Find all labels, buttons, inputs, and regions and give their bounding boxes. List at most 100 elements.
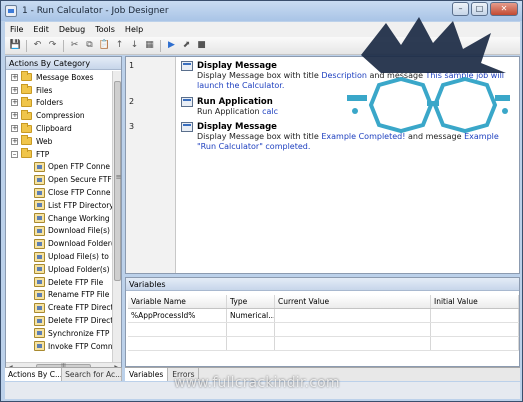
close-button[interactable]: ✕ [490,2,518,16]
folder-icon [21,84,32,95]
save-icon[interactable]: 💾 [9,39,22,52]
tab-search-actions[interactable]: Search for Ac... [62,368,122,381]
tree-category-web[interactable]: + Web [6,135,113,148]
properties-icon[interactable]: ▦ [143,39,156,52]
run-icon[interactable]: ▶ [165,39,178,52]
tree-category-message-boxes[interactable]: + Message Boxes [6,71,113,84]
tree-action[interactable]: Rename FTP File [6,289,113,302]
tree-category-clipboard[interactable]: + Clipboard [6,122,113,135]
undo-icon[interactable]: ↶ [31,39,44,52]
step-title-row: Run Application [181,97,519,107]
tab-variables[interactable]: Variables [125,368,169,381]
maximize-button[interactable]: □ [471,2,488,16]
copy-icon[interactable]: ⧉ [83,39,96,52]
expand-icon[interactable]: + [11,112,18,120]
menu-tools[interactable]: Tools [90,25,120,34]
folder-icon [21,96,32,107]
ftp-action-icon [34,277,45,288]
tree-action[interactable]: Close FTP Conne [6,186,113,199]
debug-icon[interactable]: ⬈ [180,39,193,52]
toolbar: 💾 ↶ ↷ ✂ ⧉ 📋 ↑ ↓ ▦ ▶ ⬈ ■ [5,37,520,55]
column-header[interactable]: Initial Value [431,295,519,308]
tree-action[interactable]: Upload Folder(s) t [6,263,113,276]
tree-action[interactable]: Synchronize FTP [6,327,113,340]
tree-action[interactable]: Upload File(s) to F [6,250,113,263]
ftp-action-icon [34,315,45,326]
initial-value-cell[interactable] [431,309,519,322]
tree-label: Folders [36,98,64,108]
line-number: 3 [129,122,135,131]
expand-icon[interactable]: + [11,137,18,145]
script-editor[interactable]: 1 2 3 Display Message Display Message bo… [125,56,520,274]
tree-action[interactable]: Change Working [6,212,113,225]
tree-category-ftp[interactable]: – FTP [6,148,113,161]
redo-icon[interactable]: ↷ [46,39,59,52]
tree-action[interactable]: Invoke FTP Comn [6,340,113,353]
minimize-button[interactable]: – [452,2,469,16]
step-title-value: Description [321,71,367,80]
tree-action[interactable]: Delete FTP Direct [6,314,113,327]
tree-category-files[interactable]: + Files [6,84,113,97]
scrollbar-thumb[interactable]: ≡ [114,81,121,281]
tree-label: Delete FTP Direct [48,316,113,326]
grip-icon: ≡ [115,173,122,181]
column-header[interactable]: Variable Name [128,295,227,308]
table-row[interactable]: %AppProcessId% Numerical... [128,309,519,323]
tree-action[interactable]: Create FTP Direct [6,301,113,314]
variable-type-cell[interactable]: Numerical... [227,309,275,322]
tree-action[interactable]: List FTP Directory [6,199,113,212]
paste-icon[interactable]: 📋 [98,39,111,52]
collapse-icon[interactable]: – [11,150,18,158]
folder-icon [21,135,32,146]
step-description: Display Message box with title Example C… [197,132,499,151]
menu-file[interactable]: File [5,25,28,34]
variable-name-cell[interactable]: %AppProcessId% [128,309,227,322]
tree-action[interactable]: Open FTP Conne [6,161,113,174]
window-controls: – □ ✕ [452,2,518,16]
menu-debug[interactable]: Debug [54,25,90,34]
tree-label: Create FTP Direct [48,303,113,313]
menu-bar: File Edit Debug Tools Help [5,22,520,37]
tree-category-compression[interactable]: + Compression [6,109,113,122]
variables-table: Variable Name Type Current Value Initial… [128,295,519,351]
column-header[interactable]: Current Value [275,295,431,308]
menu-help[interactable]: Help [120,25,148,34]
tree-action[interactable]: Open Secure FTF [6,173,113,186]
tree-label: Close FTP Conne [48,188,111,198]
step-description: Display Message box with title Descripti… [197,71,505,90]
tree-vertical-scrollbar[interactable]: ≡ [112,71,121,362]
expand-icon[interactable]: + [11,99,18,107]
script-step-display-message[interactable]: Display Message Display Message box with… [181,122,519,152]
step-app-value: calc [262,107,279,116]
table-header-row: Variable Name Type Current Value Initial… [128,295,519,309]
stop-icon[interactable]: ■ [195,39,208,52]
app-icon [5,5,17,17]
step-title: Display Message [197,122,277,132]
column-header[interactable]: Type [227,295,275,308]
tree-label: Rename FTP File [48,290,110,300]
expand-icon[interactable]: + [11,125,18,133]
tree-action[interactable]: Delete FTP File [6,276,113,289]
cut-icon[interactable]: ✂ [68,39,81,52]
move-down-icon[interactable]: ↓ [128,39,141,52]
tree-action[interactable]: Download File(s) f [6,225,113,238]
script-step-display-message[interactable]: Display Message Display Message box with… [181,61,519,91]
table-row [128,337,519,351]
toolbar-separator [63,39,64,52]
variables-panel: Variables Variable Name Type Current Val… [125,277,520,367]
folder-icon [21,71,32,82]
tab-actions-by-category[interactable]: Actions By C... [5,368,63,381]
move-up-icon[interactable]: ↑ [113,39,126,52]
expand-icon[interactable]: + [11,86,18,94]
ftp-action-icon [34,187,45,198]
ftp-action-icon [34,225,45,236]
title-bar[interactable]: 1 - Run Calculator - Job Designer – □ ✕ [1,1,522,21]
actions-tree: + Message Boxes + Files + Folders + Comp… [6,71,113,362]
tree-action[interactable]: Download Folder( [6,237,113,250]
menu-edit[interactable]: Edit [28,25,54,34]
tree-category-folders[interactable]: + Folders [6,96,113,110]
current-value-cell[interactable] [275,309,431,322]
script-step-run-application[interactable]: Run Application Run Application calc [181,97,519,117]
expand-icon[interactable]: + [11,73,18,81]
step-description: Run Application calc [197,107,279,116]
